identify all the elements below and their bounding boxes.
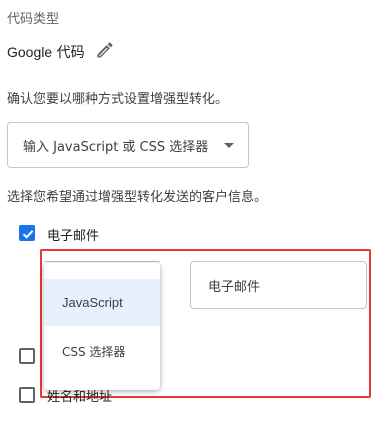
method-dropdown[interactable]: 输入 JavaScript 或 CSS 选择器 [7, 122, 249, 168]
customer-info-question: 选择您希望通过增强型转化发送的客户信息。 [7, 190, 268, 205]
code-type-value-prefix: Google [7, 44, 53, 60]
code-type-heading: 代码类型 [7, 12, 60, 27]
selector-type-menu: JavaScript CSS 选择器 [44, 263, 160, 390]
pencil-icon[interactable] [95, 40, 115, 60]
name-address-checkbox[interactable] [19, 387, 35, 403]
code-type-value: Google 代码 [7, 42, 85, 62]
menu-item-label: CSS 选择器 [62, 345, 126, 359]
code-type-value-suffix: 代码 [52, 45, 85, 61]
phone-checkbox[interactable] [19, 348, 35, 364]
email-checkbox[interactable] [19, 225, 35, 241]
email-option-label: 电子邮件 [47, 229, 100, 244]
check-icon [22, 230, 34, 239]
menu-item-css-selector[interactable]: CSS 选择器 [44, 328, 160, 375]
method-dropdown-value: 输入 JavaScript 或 CSS 选择器 [23, 139, 209, 155]
method-question: 确认您要以哪种方式设置增强型转化。 [7, 92, 229, 107]
email-selector-input[interactable]: 电子邮件 [190, 261, 367, 309]
menu-item-javascript[interactable]: JavaScript [44, 279, 160, 326]
caret-down-icon [224, 143, 234, 148]
menu-item-label: JavaScript [62, 295, 123, 310]
email-selector-placeholder: 电子邮件 [208, 279, 261, 295]
